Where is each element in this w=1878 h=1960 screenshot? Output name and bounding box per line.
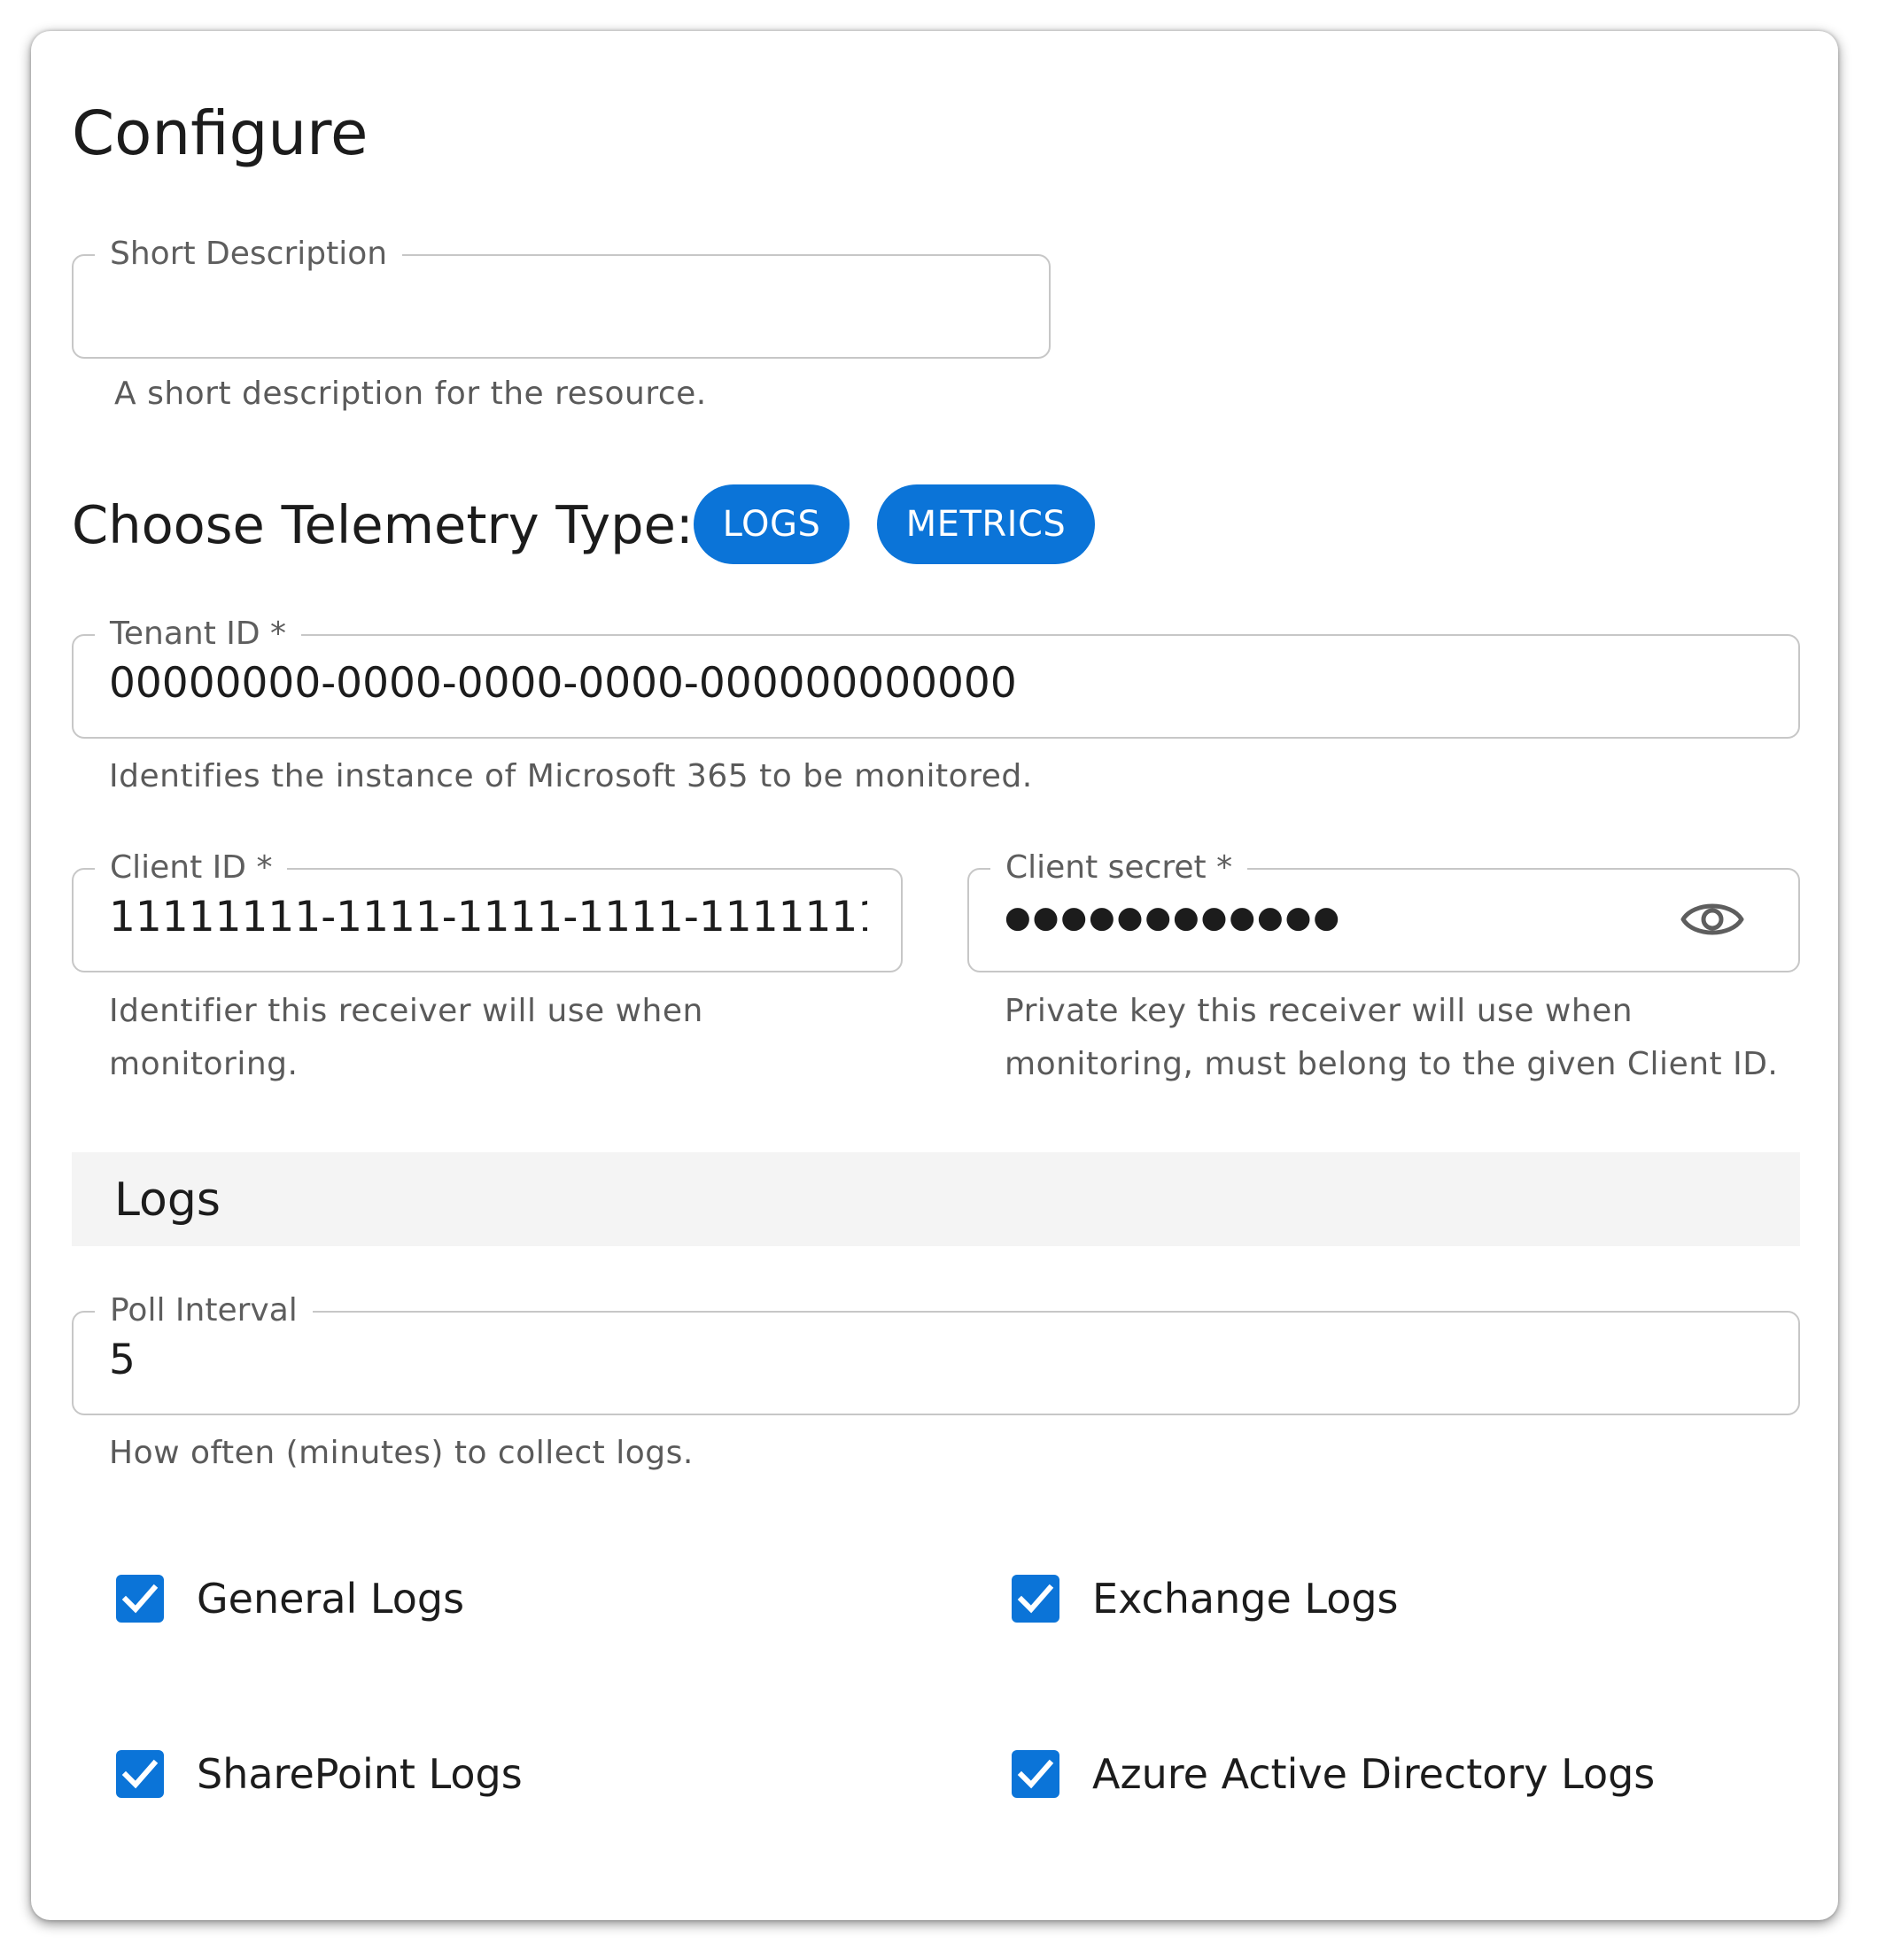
- logs-section-header: Logs: [72, 1152, 1800, 1246]
- client-secret-field[interactable]: Client secret * ●●●●●●●●●●●●: [967, 850, 1800, 972]
- client-secret-helper: Private key this receiver will use when …: [1005, 985, 1778, 1091]
- logs-chip[interactable]: LOGS: [694, 484, 850, 564]
- client-id-label: Client ID *: [95, 850, 288, 886]
- exchange-logs-checkbox[interactable]: [1012, 1575, 1059, 1623]
- general-logs-label: General Logs: [197, 1575, 465, 1623]
- sharepoint-logs-label: SharePoint Logs: [197, 1750, 523, 1798]
- metrics-chip[interactable]: METRICS: [877, 484, 1095, 564]
- exchange-logs-checkbox-row[interactable]: Exchange Logs: [1012, 1572, 1765, 1625]
- client-secret-label: Client secret *: [990, 850, 1248, 886]
- client-secret-input[interactable]: ●●●●●●●●●●●●: [1005, 893, 1665, 942]
- checkmark-icon: [1017, 1584, 1054, 1614]
- client-id-helper-line2: monitoring.: [109, 1046, 299, 1082]
- tenant-id-input[interactable]: 00000000-0000-0000-0000-000000000000: [109, 659, 1763, 709]
- checkmark-icon: [121, 1584, 159, 1614]
- general-logs-checkbox-row[interactable]: General Logs: [116, 1572, 825, 1625]
- sharepoint-logs-checkbox-row[interactable]: SharePoint Logs: [116, 1747, 825, 1801]
- checkmark-icon: [1017, 1759, 1054, 1789]
- short-description-helper: A short description for the resource.: [114, 376, 707, 412]
- azure-ad-logs-checkbox-row[interactable]: Azure Active Directory Logs: [1012, 1747, 1765, 1801]
- exchange-logs-label: Exchange Logs: [1092, 1575, 1399, 1623]
- tenant-id-label: Tenant ID *: [95, 616, 302, 652]
- checkmark-icon: [121, 1759, 159, 1789]
- eye-icon[interactable]: [1680, 895, 1745, 944]
- client-secret-helper-line2: monitoring, must belong to the given Cli…: [1005, 1046, 1779, 1082]
- configure-card: Configure Short Description A short desc…: [31, 31, 1838, 1920]
- client-id-field[interactable]: Client ID * 11111111-1111-1111-1111-1111…: [72, 850, 903, 972]
- tenant-id-helper: Identifies the instance of Microsoft 365…: [109, 758, 1033, 794]
- short-description-label: Short Description: [95, 236, 403, 272]
- tenant-id-field[interactable]: Tenant ID * 00000000-0000-0000-0000-0000…: [72, 616, 1800, 739]
- logs-section-title: Logs: [114, 1174, 221, 1227]
- poll-interval-input[interactable]: 5: [109, 1336, 1763, 1385]
- sharepoint-logs-checkbox[interactable]: [116, 1750, 164, 1798]
- general-logs-checkbox[interactable]: [116, 1575, 164, 1623]
- telemetry-type-label: Choose Telemetry Type:: [72, 494, 694, 555]
- page-title: Configure: [72, 98, 369, 169]
- poll-interval-helper: How often (minutes) to collect logs.: [109, 1435, 694, 1471]
- client-secret-helper-line1: Private key this receiver will use when: [1005, 993, 1634, 1029]
- client-id-helper: Identifier this receiver will use when m…: [109, 985, 703, 1091]
- poll-interval-field[interactable]: Poll Interval 5: [72, 1293, 1800, 1415]
- azure-ad-logs-label: Azure Active Directory Logs: [1092, 1750, 1656, 1798]
- azure-ad-logs-checkbox[interactable]: [1012, 1750, 1059, 1798]
- poll-interval-label: Poll Interval: [95, 1293, 313, 1329]
- client-id-input[interactable]: 11111111-1111-1111-1111-111111111111: [109, 893, 867, 942]
- client-id-helper-line1: Identifier this receiver will use when: [109, 993, 703, 1029]
- short-description-field[interactable]: Short Description: [72, 236, 1051, 359]
